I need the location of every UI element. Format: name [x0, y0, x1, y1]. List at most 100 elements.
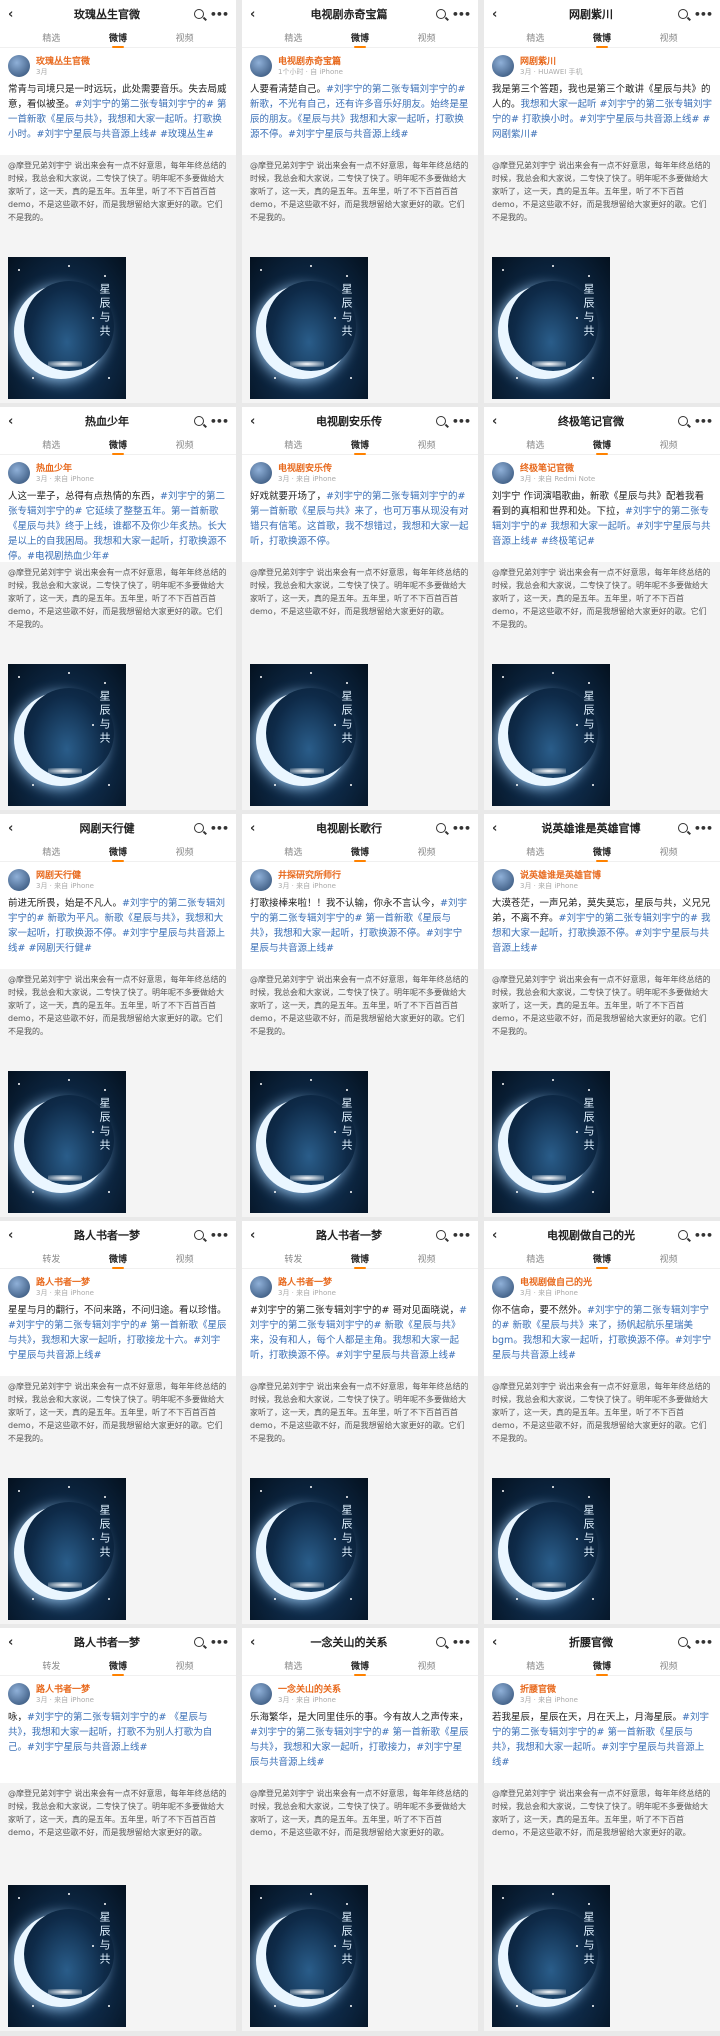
- author-name[interactable]: 路人书者一梦: [278, 1275, 336, 1288]
- reposted-content[interactable]: @摩登兄弟刘宇宁 说出来会有一点不好意思，每年年终总结的时候，我总会和大家说，二…: [0, 1376, 236, 1624]
- reposted-content[interactable]: @摩登兄弟刘宇宁 说出来会有一点不好意思，每年年终总结的时候，我总会和大家说，二…: [242, 1783, 478, 2031]
- back-arrow-icon[interactable]: ‹: [250, 1228, 262, 1243]
- more-icon[interactable]: •••: [694, 8, 713, 21]
- avatar[interactable]: [492, 1682, 514, 1705]
- album-cover-image[interactable]: 星辰与共: [8, 664, 126, 806]
- tab-1[interactable]: 微博: [593, 1659, 611, 1672]
- tab-1[interactable]: 微博: [593, 438, 611, 451]
- tab-0[interactable]: 精选: [526, 31, 544, 44]
- post-author[interactable]: 热血少年 3月 · 来自 iPhone: [0, 455, 236, 486]
- search-icon[interactable]: [677, 823, 688, 833]
- avatar[interactable]: [8, 1275, 30, 1298]
- more-icon[interactable]: •••: [694, 1229, 713, 1242]
- reposted-content[interactable]: @摩登兄弟刘宇宁 说出来会有一点不好意思，每年年终总结的时候，我总会和大家说，二…: [242, 562, 478, 810]
- search-icon[interactable]: [677, 416, 688, 426]
- tab-1[interactable]: 微博: [593, 845, 611, 858]
- author-name[interactable]: 一念关山的关系: [278, 1682, 341, 1695]
- search-icon[interactable]: [193, 823, 204, 833]
- tab-1[interactable]: 微博: [109, 438, 127, 451]
- more-icon[interactable]: •••: [694, 415, 713, 428]
- search-icon[interactable]: [193, 9, 204, 19]
- tab-0[interactable]: 转发: [42, 1252, 60, 1265]
- author-name[interactable]: 网剧紫川: [520, 54, 583, 67]
- back-arrow-icon[interactable]: ‹: [492, 7, 504, 22]
- search-icon[interactable]: [677, 9, 688, 19]
- reposted-content[interactable]: @摩登兄弟刘宇宁 说出来会有一点不好意思，每年年终总结的时候，我总会和大家说，二…: [0, 969, 236, 1217]
- tab-1[interactable]: 微博: [351, 1659, 369, 1672]
- author-name[interactable]: 网剧天行健: [36, 868, 94, 881]
- back-arrow-icon[interactable]: ‹: [8, 1635, 20, 1650]
- album-cover-image[interactable]: 星辰与共: [492, 1885, 610, 2027]
- author-name[interactable]: 终极笔记官微: [520, 461, 595, 474]
- post-author[interactable]: 折腰官微 3月 · 来自 iPhone: [484, 1676, 720, 1707]
- avatar[interactable]: [492, 54, 514, 77]
- post-author[interactable]: 网剧紫川 3月 · HUAWEI 手机: [484, 48, 720, 79]
- tab-2[interactable]: 视频: [660, 31, 678, 44]
- album-cover-image[interactable]: 星辰与共: [492, 257, 610, 399]
- album-cover-image[interactable]: 星辰与共: [8, 257, 126, 399]
- reposted-content[interactable]: @摩登兄弟刘宇宁 说出来会有一点不好意思，每年年终总结的时候，我总会和大家说，二…: [484, 969, 720, 1217]
- tab-0[interactable]: 精选: [526, 438, 544, 451]
- more-icon[interactable]: •••: [210, 415, 229, 428]
- more-icon[interactable]: •••: [452, 8, 471, 21]
- hashtag-text[interactable]: #刘宇宁的第二张专辑刘宇宁的# 第一首新歌《星辰与共》，我想和大家一起听，打歌接…: [250, 1727, 468, 1768]
- author-name[interactable]: 路人书者一梦: [36, 1682, 94, 1695]
- back-arrow-icon[interactable]: ‹: [250, 1635, 262, 1650]
- album-cover-image[interactable]: 星辰与共: [8, 1071, 126, 1213]
- avatar[interactable]: [250, 54, 272, 77]
- more-icon[interactable]: •••: [210, 8, 229, 21]
- avatar[interactable]: [492, 1275, 514, 1298]
- post-author[interactable]: 电视剧赤奇宝篇 1个小时 · 自 iPhone: [242, 48, 478, 79]
- reposted-content[interactable]: @摩登兄弟刘宇宁 说出来会有一点不好意思，每年年终总结的时候，我总会和大家说，二…: [0, 1783, 236, 2031]
- album-cover-image[interactable]: 星辰与共: [250, 1885, 368, 2027]
- post-author[interactable]: 网剧天行健 3月 · 来自 iPhone: [0, 862, 236, 893]
- more-icon[interactable]: •••: [452, 822, 471, 835]
- album-cover-image[interactable]: 星辰与共: [250, 664, 368, 806]
- album-cover-image[interactable]: 星辰与共: [8, 1478, 126, 1620]
- author-name[interactable]: 电视剧安乐传: [278, 461, 336, 474]
- avatar[interactable]: [250, 1682, 272, 1705]
- search-icon[interactable]: [193, 416, 204, 426]
- more-icon[interactable]: •••: [452, 1636, 471, 1649]
- tab-2[interactable]: 视频: [418, 1252, 436, 1265]
- tab-2[interactable]: 视频: [176, 1659, 194, 1672]
- post-author[interactable]: 终极笔记官微 3月 · 来自 Redmi Note: [484, 455, 720, 486]
- tab-0[interactable]: 精选: [42, 845, 60, 858]
- hashtag-text[interactable]: #刘宇宁的第二张专辑刘宇宁的# 第一首新歌《星辰与共》，我想和大家一起听，打歌接…: [8, 1320, 226, 1361]
- tab-1[interactable]: 微博: [351, 31, 369, 44]
- avatar[interactable]: [492, 461, 514, 484]
- search-icon[interactable]: [193, 1637, 204, 1647]
- tab-0[interactable]: 精选: [284, 31, 302, 44]
- more-icon[interactable]: •••: [210, 1636, 229, 1649]
- tab-0[interactable]: 精选: [42, 31, 60, 44]
- search-icon[interactable]: [193, 1230, 204, 1240]
- reposted-content[interactable]: @摩登兄弟刘宇宁 说出来会有一点不好意思，每年年终总结的时候，我总会和大家说，二…: [0, 562, 236, 810]
- author-name[interactable]: 玫瑰丛生官微: [36, 54, 90, 67]
- search-icon[interactable]: [435, 823, 446, 833]
- back-arrow-icon[interactable]: ‹: [492, 414, 504, 429]
- post-author[interactable]: 玫瑰丛生官微 3月: [0, 48, 236, 79]
- search-icon[interactable]: [677, 1230, 688, 1240]
- avatar[interactable]: [250, 868, 272, 891]
- tab-0[interactable]: 精选: [526, 845, 544, 858]
- tab-2[interactable]: 视频: [176, 438, 194, 451]
- reposted-content[interactable]: @摩登兄弟刘宇宁 说出来会有一点不好意思，每年年终总结的时候，我总会和大家说，二…: [242, 969, 478, 1217]
- tab-2[interactable]: 视频: [660, 438, 678, 451]
- album-cover-image[interactable]: 星辰与共: [250, 1478, 368, 1620]
- back-arrow-icon[interactable]: ‹: [492, 1228, 504, 1243]
- album-cover-image[interactable]: 星辰与共: [250, 1071, 368, 1213]
- author-name[interactable]: 电视剧赤奇宝篇: [278, 54, 343, 67]
- author-name[interactable]: 说英雄谁是英雄官博: [520, 868, 601, 881]
- more-icon[interactable]: •••: [452, 1229, 471, 1242]
- author-name[interactable]: 热血少年: [36, 461, 94, 474]
- back-arrow-icon[interactable]: ‹: [492, 821, 504, 836]
- album-cover-image[interactable]: 星辰与共: [8, 1885, 126, 2027]
- tab-0[interactable]: 转发: [284, 1252, 302, 1265]
- post-author[interactable]: 路人书者一梦 3月 · 来自 iPhone: [0, 1269, 236, 1300]
- post-author[interactable]: 电视剧做自己的光 3月 · 来自 iPhone: [484, 1269, 720, 1300]
- album-cover-image[interactable]: 星辰与共: [250, 257, 368, 399]
- tab-1[interactable]: 微博: [351, 1252, 369, 1265]
- author-name[interactable]: 井探研究所师行: [278, 868, 341, 881]
- tab-2[interactable]: 视频: [660, 1659, 678, 1672]
- tab-2[interactable]: 视频: [418, 31, 436, 44]
